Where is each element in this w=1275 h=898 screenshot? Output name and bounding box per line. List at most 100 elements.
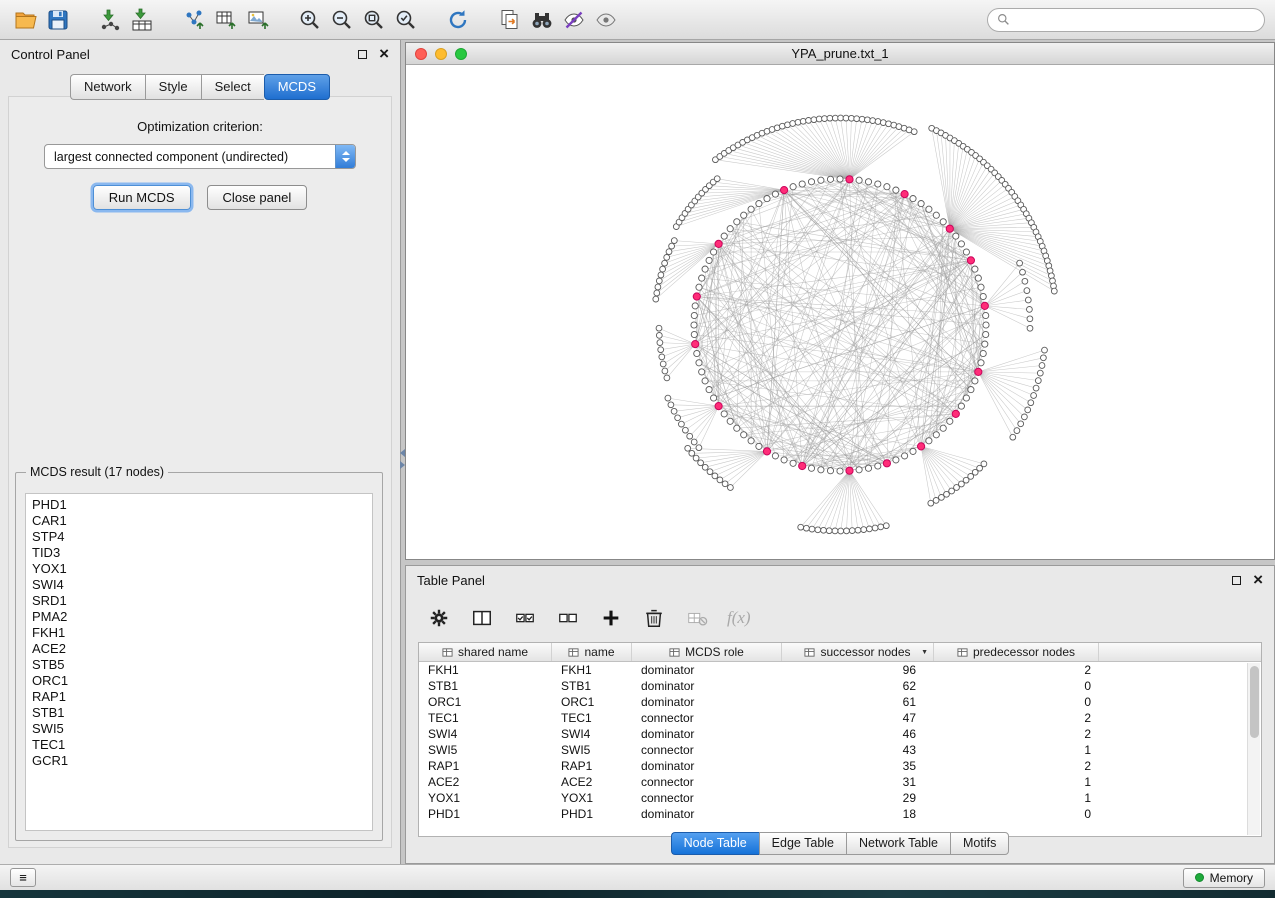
network-leaf-node[interactable] bbox=[656, 325, 662, 331]
network-hub-node[interactable] bbox=[981, 302, 988, 309]
list-item[interactable]: GCR1 bbox=[32, 753, 366, 769]
network-node[interactable] bbox=[980, 293, 986, 299]
cell-name[interactable]: RAP1 bbox=[552, 759, 632, 773]
cell-name[interactable]: STB1 bbox=[552, 679, 632, 693]
network-leaf-node[interactable] bbox=[854, 116, 860, 122]
network-node[interactable] bbox=[978, 284, 984, 290]
minimize-window-icon[interactable] bbox=[435, 48, 447, 60]
network-leaf-node[interactable] bbox=[655, 284, 661, 290]
network-leaf-node[interactable] bbox=[693, 455, 699, 461]
network-hub-node[interactable] bbox=[918, 443, 925, 450]
cell-mcds-role[interactable]: dominator bbox=[632, 727, 782, 741]
network-leaf-node[interactable] bbox=[707, 469, 713, 475]
network-leaf-node[interactable] bbox=[870, 118, 876, 124]
network-leaf-node[interactable] bbox=[669, 243, 675, 249]
network-node[interactable] bbox=[772, 191, 778, 197]
network-hub-node[interactable] bbox=[799, 462, 806, 469]
network-leaf-node[interactable] bbox=[933, 498, 939, 504]
network-leaf-node[interactable] bbox=[658, 347, 664, 353]
cell-shared-name[interactable]: PHD1 bbox=[419, 807, 552, 821]
search-network-button[interactable] bbox=[526, 4, 558, 36]
cell-successor-nodes[interactable]: 46 bbox=[782, 727, 934, 741]
network-leaf-node[interactable] bbox=[809, 526, 815, 532]
copy-network-button[interactable] bbox=[494, 4, 526, 36]
network-node[interactable] bbox=[694, 350, 700, 356]
network-leaf-node[interactable] bbox=[722, 481, 728, 487]
zoom-in-button[interactable] bbox=[294, 4, 326, 36]
network-node[interactable] bbox=[799, 181, 805, 187]
column-header-predecessor-nodes[interactable]: predecessor nodes bbox=[934, 643, 1099, 661]
cell-name[interactable]: PHD1 bbox=[552, 807, 632, 821]
network-node[interactable] bbox=[865, 465, 871, 471]
list-item[interactable]: TEC1 bbox=[32, 737, 366, 753]
network-node[interactable] bbox=[699, 369, 705, 375]
network-leaf-node[interactable] bbox=[702, 464, 708, 470]
table-row[interactable]: ACE2ACE2connector311 bbox=[419, 774, 1261, 790]
table-row[interactable]: STB1STB1dominator620 bbox=[419, 678, 1261, 694]
float-table-panel-icon[interactable] bbox=[1232, 576, 1241, 585]
zoom-fit-button[interactable] bbox=[358, 4, 390, 36]
network-hub-node[interactable] bbox=[901, 191, 908, 198]
network-node[interactable] bbox=[741, 212, 747, 218]
criterion-dropdown[interactable]: largest connected component (undirected) bbox=[44, 144, 356, 169]
network-leaf-node[interactable] bbox=[664, 255, 670, 261]
network-leaf-node[interactable] bbox=[1035, 378, 1041, 384]
network-leaf-node[interactable] bbox=[660, 266, 666, 272]
network-node[interactable] bbox=[983, 312, 989, 318]
tab-edge-table[interactable]: Edge Table bbox=[759, 832, 846, 855]
cell-mcds-role[interactable]: dominator bbox=[632, 807, 782, 821]
network-leaf-node[interactable] bbox=[867, 526, 873, 532]
network-leaf-node[interactable] bbox=[679, 421, 685, 427]
network-leaf-node[interactable] bbox=[668, 402, 674, 408]
network-node[interactable] bbox=[748, 438, 754, 444]
select-all-rows-button[interactable] bbox=[512, 605, 538, 631]
network-leaf-node[interactable] bbox=[849, 528, 855, 534]
network-node[interactable] bbox=[875, 181, 881, 187]
table-row[interactable]: YOX1YOX1connector291 bbox=[419, 790, 1261, 806]
tab-style[interactable]: Style bbox=[145, 74, 201, 100]
network-node[interactable] bbox=[790, 460, 796, 466]
cell-mcds-role[interactable]: dominator bbox=[632, 679, 782, 693]
network-leaf-node[interactable] bbox=[1041, 355, 1047, 361]
network-hub-node[interactable] bbox=[715, 240, 722, 247]
network-node[interactable] bbox=[734, 219, 740, 225]
list-item[interactable]: SWI5 bbox=[32, 721, 366, 737]
table-row[interactable]: PHD1PHD1dominator180 bbox=[419, 806, 1261, 822]
network-leaf-node[interactable] bbox=[689, 450, 695, 456]
network-leaf-node[interactable] bbox=[1024, 288, 1030, 294]
network-node[interactable] bbox=[756, 201, 762, 207]
network-leaf-node[interactable] bbox=[1010, 434, 1016, 440]
cell-successor-nodes[interactable]: 61 bbox=[782, 695, 934, 709]
network-node[interactable] bbox=[706, 257, 712, 263]
network-leaf-node[interactable] bbox=[844, 528, 850, 534]
cell-name[interactable]: ACE2 bbox=[552, 775, 632, 789]
network-node[interactable] bbox=[958, 241, 964, 247]
network-leaf-node[interactable] bbox=[728, 485, 734, 491]
network-node[interactable] bbox=[808, 179, 814, 185]
network-leaf-node[interactable] bbox=[659, 354, 665, 360]
cell-shared-name[interactable]: STB1 bbox=[419, 679, 552, 693]
network-node[interactable] bbox=[865, 179, 871, 185]
table-row[interactable]: FKH1FKH1dominator962 bbox=[419, 662, 1261, 678]
network-graph[interactable] bbox=[406, 65, 1274, 559]
table-row[interactable]: RAP1RAP1dominator352 bbox=[419, 758, 1261, 774]
network-leaf-node[interactable] bbox=[671, 408, 677, 414]
network-leaf-node[interactable] bbox=[665, 395, 671, 401]
column-header-successor-nodes[interactable]: successor nodes ▼ bbox=[782, 643, 934, 661]
network-leaf-node[interactable] bbox=[717, 477, 723, 483]
tab-motifs[interactable]: Motifs bbox=[950, 832, 1009, 855]
network-leaf-node[interactable] bbox=[826, 528, 832, 534]
cell-successor-nodes[interactable]: 35 bbox=[782, 759, 934, 773]
list-item[interactable]: RAP1 bbox=[32, 689, 366, 705]
network-node[interactable] bbox=[975, 275, 981, 281]
network-leaf-node[interactable] bbox=[671, 238, 677, 244]
network-hub-node[interactable] bbox=[763, 448, 770, 455]
deselect-all-rows-button[interactable] bbox=[555, 605, 581, 631]
network-node[interactable] bbox=[790, 184, 796, 190]
network-leaf-node[interactable] bbox=[712, 473, 718, 479]
close-table-panel-icon[interactable]: × bbox=[1253, 573, 1263, 587]
cell-successor-nodes[interactable]: 29 bbox=[782, 791, 934, 805]
console-menu-button[interactable]: ≡ bbox=[10, 868, 36, 887]
cell-shared-name[interactable]: SWI5 bbox=[419, 743, 552, 757]
network-leaf-node[interactable] bbox=[653, 296, 659, 302]
